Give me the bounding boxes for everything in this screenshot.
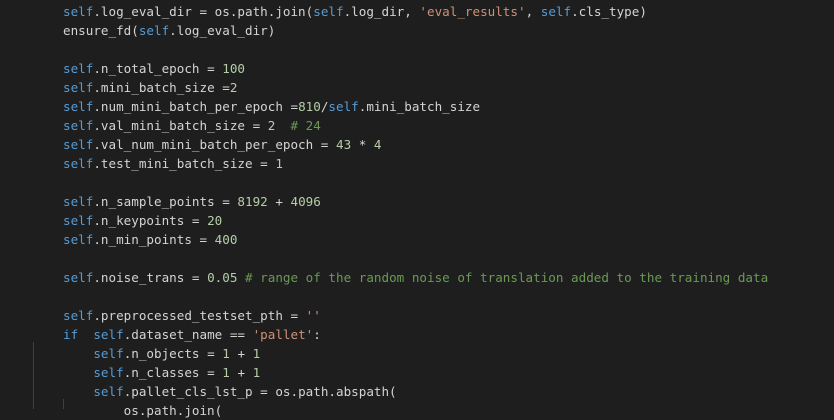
code-line[interactable]: self.noise_trans = 0.05 # range of the r…	[63, 268, 768, 287]
code-line[interactable]: self.num_mini_batch_per_epoch =810/self.…	[63, 97, 480, 116]
number-literal: 100	[222, 61, 245, 76]
code-text: .log_dir,	[343, 4, 420, 19]
code-text: +	[229, 346, 253, 361]
code-line[interactable]: self.n_total_epoch = 100	[63, 59, 245, 78]
number-literal: 2	[229, 80, 238, 95]
self-keyword: self	[138, 23, 170, 38]
code-text: .log_eval_dir)	[169, 23, 276, 38]
number-literal: 43	[335, 137, 352, 152]
code-line[interactable]: self.val_num_mini_batch_per_epoch = 43 *…	[63, 135, 382, 154]
code-text: .cls_type)	[571, 4, 647, 19]
self-keyword: self	[93, 384, 124, 399]
code-text: .n_sample_points =	[93, 194, 238, 209]
comment: # range of the random noise of translati…	[245, 270, 769, 285]
code-line[interactable]: self.pallet_cls_lst_p = os.path.abspath(	[63, 382, 397, 401]
code-text: .num_mini_batch_per_epoch =	[93, 99, 299, 114]
code-text: .n_keypoints =	[93, 213, 208, 228]
self-keyword: self	[63, 156, 94, 171]
number-literal: 8192	[237, 194, 268, 209]
code-text: .n_objects =	[123, 346, 223, 361]
code-line[interactable]: if self.dataset_name == 'pallet':	[63, 325, 321, 344]
number-literal: 1	[275, 156, 283, 171]
self-keyword: self	[63, 232, 94, 247]
code-line[interactable]: self.log_eval_dir = os.path.join(self.lo…	[63, 2, 647, 21]
number-literal: 810	[298, 99, 321, 114]
self-keyword: self	[63, 118, 94, 133]
self-keyword: self	[93, 327, 124, 342]
number-literal: 1	[222, 365, 230, 380]
code-line[interactable]: self.test_mini_batch_size = 1	[63, 154, 283, 173]
code-text: ,	[525, 4, 541, 19]
code-text: .pallet_cls_lst_p = os.path.abspath(	[123, 384, 397, 399]
code-line[interactable]: os.path.join(	[63, 401, 223, 420]
code-text: .dataset_name ==	[123, 327, 253, 342]
code-text: .preprocessed_testset_pth =	[93, 308, 306, 323]
keyword: if	[63, 327, 79, 342]
comment: # 24	[290, 118, 321, 133]
number-literal: 1	[222, 346, 230, 361]
self-keyword: self	[63, 80, 94, 95]
self-keyword: self	[93, 346, 124, 361]
code-text: .val_num_mini_batch_per_epoch =	[93, 137, 336, 152]
code-text: os.path.join(	[63, 403, 223, 418]
code-line[interactable]: self.n_objects = 1 + 1	[63, 344, 260, 363]
string-literal: ''	[305, 308, 321, 323]
self-keyword: self	[63, 194, 94, 209]
string-literal: 'pallet'	[252, 327, 314, 342]
number-literal: 400	[214, 232, 238, 247]
self-keyword: self	[328, 99, 359, 114]
code-text: .n_classes =	[123, 365, 223, 380]
self-keyword: self	[63, 137, 94, 152]
self-keyword: self	[93, 365, 124, 380]
self-keyword: self	[63, 4, 94, 19]
code-text: :	[313, 327, 321, 342]
self-keyword: self	[63, 270, 94, 285]
number-literal: 20	[207, 213, 223, 228]
self-keyword: self	[540, 4, 572, 19]
code-text: +	[267, 194, 291, 209]
code-line[interactable]: self.val_mini_batch_size = 2 # 24	[63, 116, 321, 135]
code-line[interactable]: self.n_keypoints = 20	[63, 211, 222, 230]
number-literal: 4096	[290, 194, 321, 209]
code-line[interactable]: self.preprocessed_testset_pth = ''	[63, 306, 321, 325]
code-editor[interactable]: self.log_eval_dir = os.path.join(self.lo…	[0, 0, 834, 418]
self-keyword: self	[63, 61, 94, 76]
code-text: .mini_batch_size =	[93, 80, 230, 95]
code-text: *	[351, 137, 374, 152]
code-text: ensure_fd(	[63, 23, 139, 38]
code-line[interactable]: self.n_min_points = 400	[63, 230, 237, 249]
number-literal: 1	[252, 365, 261, 380]
code-text: .noise_trans =	[93, 270, 208, 285]
code-text: .n_min_points =	[93, 232, 215, 247]
code-line[interactable]: self.n_classes = 1 + 1	[63, 363, 260, 382]
indent-guide	[33, 342, 34, 409]
number-literal: 0.05	[207, 270, 238, 285]
self-keyword: self	[63, 308, 94, 323]
code-text: .mini_batch_size	[358, 99, 481, 114]
code-text: +	[229, 365, 253, 380]
self-keyword: self	[63, 99, 94, 114]
code-line[interactable]: self.mini_batch_size =2	[63, 78, 237, 97]
string-literal: 'eval_results'	[419, 4, 526, 19]
number-literal: 4	[373, 137, 382, 152]
self-keyword: self	[313, 4, 344, 19]
code-text: .test_mini_batch_size =	[93, 156, 276, 171]
self-keyword: self	[63, 213, 94, 228]
number-literal: 1	[252, 346, 261, 361]
code-line[interactable]: ensure_fd(self.log_eval_dir)	[63, 21, 275, 40]
code-text: .val_mini_batch_size =	[93, 118, 268, 133]
code-text: .log_eval_dir = os.path.join(	[93, 4, 314, 19]
code-line[interactable]: self.n_sample_points = 8192 + 4096	[63, 192, 321, 211]
code-text: .n_total_epoch =	[93, 61, 223, 76]
